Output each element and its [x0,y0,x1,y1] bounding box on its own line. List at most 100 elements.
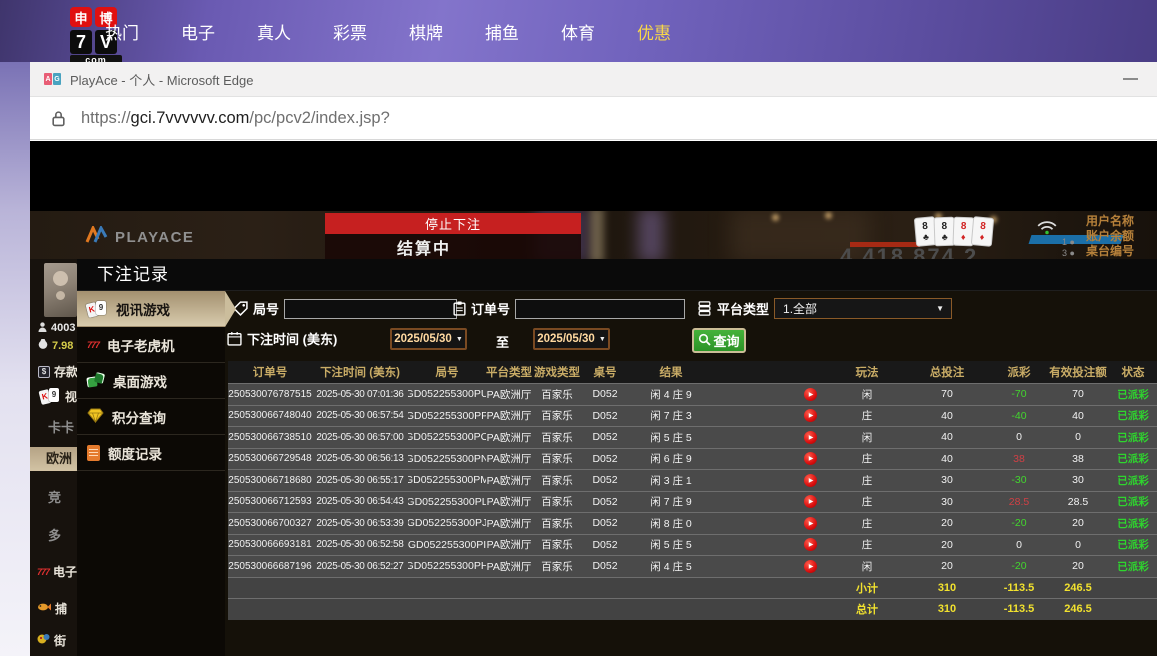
platform-type-select[interactable]: 1.全部 ▼ [774,298,952,319]
nav-item-5[interactable]: 棋牌 [409,19,443,44]
tab-points-inquiry[interactable]: 积分查询 [77,399,225,435]
cell-round: GD052255300PN [408,449,486,470]
cell-order: 250530066748040 [228,406,312,427]
date-to-select[interactable]: 2025/05/30▼ [533,328,610,350]
cell-table: D052 [582,406,628,427]
site-favicon-icon: AG [44,73,61,85]
grand-total-row-cell [486,599,532,620]
cell-table: D052 [582,535,628,556]
replay-button[interactable]: ▶ [804,431,817,444]
cell-round: GD052255300PH [408,556,486,577]
site-navbar: 申 博 7 V com 热门电子真人彩票棋牌捕鱼体育优惠 [0,0,1157,62]
grand-total-row-cell [628,599,714,620]
cell-replay: ▶ [714,406,831,427]
rail-item-fishing[interactable]: 捕 [37,599,77,617]
bet-record-row: 2505300667125932025-05-30 06:54:43GD0522… [228,491,1157,513]
cell-platform: PA欧洲厅 [486,384,532,405]
grand-total-row-cell: 总计 [831,599,903,620]
cell-table: D052 [582,556,628,577]
cell-play: 庄 [831,449,903,470]
logo-char-shen: 申 [70,7,92,27]
grand-total-row-cell [1109,599,1157,620]
cell-game: 百家乐 [532,470,582,491]
replay-button[interactable]: ▶ [804,560,817,573]
cell-play: 庄 [831,492,903,513]
cell-status: 已派彩 [1109,384,1157,405]
cell-valid: 40 [1047,406,1109,427]
deposit-icon: $ [38,366,50,378]
cell-platform: PA欧洲厅 [486,492,532,513]
col-header: 结果 [628,361,714,383]
nav-item-8[interactable]: 优惠 [637,19,671,44]
page-content: PLAYACE 停止下注 结算中 8♣8♣8♦8♦ 4 418 874 2 1 … [30,141,1157,656]
rail-item-kaka[interactable]: 卡卡 [48,417,77,436]
replay-button[interactable]: ▶ [804,409,817,422]
cell-game: 百家乐 [532,406,582,427]
cell-table: D052 [582,492,628,513]
nav-item-2[interactable]: 电子 [181,19,215,44]
col-header [714,361,831,383]
tab-quota-records[interactable]: 额度记录 [77,435,225,471]
replay-button[interactable]: ▶ [804,495,817,508]
replay-button[interactable]: ▶ [804,474,817,487]
cell-result: 闲 3 庄 1 [628,470,714,491]
order-number-input[interactable] [515,299,685,319]
address-bar[interactable]: https://gci.7vvvvvv.com/pc/pcv2/index.js… [30,97,1157,140]
cell-play: 闲 [831,384,903,405]
lock-icon[interactable] [51,110,66,127]
nav-item-4[interactable]: 彩票 [333,19,367,44]
rail-item-street[interactable]: 街 [37,631,77,649]
rail-item-duo[interactable]: 多 [48,525,77,544]
replay-button[interactable]: ▶ [804,388,817,401]
cell-status: 已派彩 [1109,513,1157,534]
replay-button[interactable]: ▶ [804,538,817,551]
cell-round: GD052255300PI [408,535,486,556]
rail-item-europe-active[interactable]: 欧洲 [30,447,77,471]
col-header: 玩法 [831,361,903,383]
cell-status: 已派彩 [1109,449,1157,470]
site-nav-menu: 热门 电子 真人 彩票 棋牌 捕鱼 体育 优惠 [105,0,671,62]
cell-platform: PA欧洲厅 [486,535,532,556]
cards-icon: K9 [40,387,61,405]
rail-item-slots[interactable]: 777 电子 [37,563,77,580]
subtotal-row-cell: 310 [903,578,991,599]
col-header: 总投注 [903,361,991,383]
nav-item-3[interactable]: 真人 [257,19,291,44]
window-titlebar: AG PlayAce - 个人 - Microsoft Edge [30,62,1157,97]
minimize-button[interactable] [1117,69,1143,89]
replay-button[interactable]: ▶ [804,517,817,530]
replay-button[interactable]: ▶ [804,452,817,465]
cell-platform: PA欧洲厅 [486,449,532,470]
date-from-select[interactable]: 2025/05/30▼ [390,328,467,350]
bet-record-row: 2505300667385102025-05-30 06:57:00GD0522… [228,426,1157,448]
playace-logo: PLAYACE [85,226,194,249]
rail-item-jing[interactable]: 竞 [48,487,77,506]
nav-item-7[interactable]: 体育 [561,19,595,44]
cell-replay: ▶ [714,535,831,556]
cell-table: D052 [582,470,628,491]
subtotal-row-cell [1109,578,1157,599]
tab-table-games[interactable]: 桌面游戏 [77,363,225,399]
tab-video-games[interactable]: K9 视讯游戏 [77,291,225,327]
tab-slot-machines[interactable]: 777 电子老虎机 [77,327,225,363]
cell-payout: 38 [991,449,1047,470]
account-labels: 用户名称 账户余额 桌台编号 [1086,214,1134,259]
url-text[interactable]: https://gci.7vvvvvv.com/pc/pcv2/index.js… [81,109,390,128]
rail-item-video[interactable]: K9 视 [40,387,77,405]
cell-status: 已派彩 [1109,556,1157,577]
nav-item-6[interactable]: 捕鱼 [485,19,519,44]
query-button[interactable]: 查询 [692,328,746,353]
cell-round: GD052255300PM [408,470,486,491]
subtotal-row: 小计310-113.5246.5 [228,577,1157,599]
modal-sidebar: K9 视讯游戏 777 电子老虎机 桌面游戏 [77,291,225,656]
cell-time: 2025-05-30 06:53:39 [312,513,408,534]
nav-item-1[interactable]: 热门 [105,19,139,44]
round-number-input[interactable] [284,299,457,319]
bet-records-modal: 下注记录 K9 视讯游戏 777 电子老虎机 桌面游戏 [77,259,1157,656]
user-avatar[interactable] [44,263,77,317]
subtotal-row-cell [628,578,714,599]
rail-item-deposit[interactable]: $ 存款 [38,363,77,380]
cell-time: 2025-05-30 06:55:17 [312,470,408,491]
cell-total: 40 [903,406,991,427]
cell-valid: 38 [1047,449,1109,470]
